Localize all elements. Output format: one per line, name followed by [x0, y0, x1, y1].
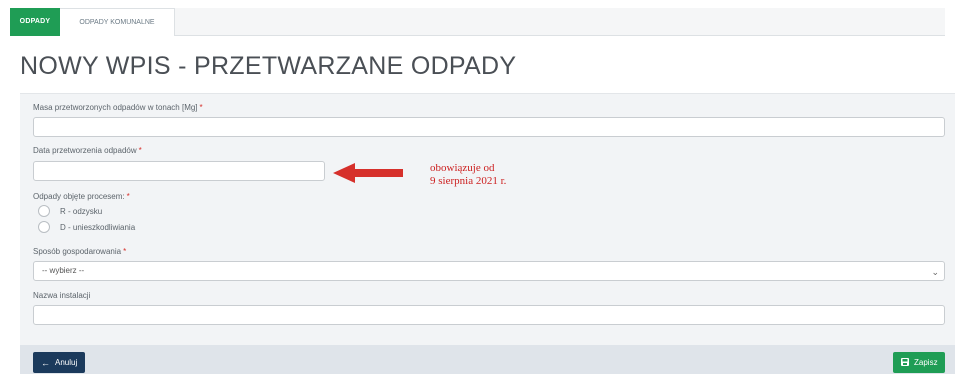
installation-label: Nazwa instalacji: [33, 291, 91, 300]
date-input[interactable]: [33, 161, 325, 181]
radio-circle-icon[interactable]: [38, 221, 50, 233]
radio-label-d: D - unieszkodliwiania: [60, 222, 136, 232]
radio-option-d[interactable]: D - unieszkodliwiania: [38, 221, 135, 233]
arrow-left-icon: ←: [41, 357, 50, 368]
save-button-label: Zapisz: [914, 358, 938, 367]
save-button[interactable]: Zapisz: [893, 352, 945, 373]
tab-odpady-komunalne[interactable]: ODPADY KOMUNALNE: [60, 8, 175, 36]
required-marker: *: [138, 146, 142, 155]
required-marker: *: [199, 103, 203, 112]
management-label: Sposób gospodarowania *: [33, 247, 126, 256]
date-label-text: Data przetworzenia odpadów: [33, 146, 137, 155]
installation-input[interactable]: [33, 305, 945, 325]
form-footer: [20, 345, 955, 374]
annotation-line-2: 9 sierpnia 2021 r.: [430, 175, 507, 187]
management-select-value: -- wybierz --: [42, 266, 85, 275]
required-marker: *: [123, 247, 127, 256]
floppy-disk-icon: [901, 357, 909, 368]
radio-circle-icon[interactable]: [38, 205, 50, 217]
management-select[interactable]: -- wybierz -- ⌄: [33, 261, 945, 281]
radio-label-r: R - odzysku: [60, 206, 103, 216]
mass-input[interactable]: [33, 117, 945, 137]
tab-odpady[interactable]: ODPADY: [10, 8, 60, 36]
cancel-button[interactable]: ← Anuluj: [33, 352, 85, 373]
management-label-text: Sposób gospodarowania: [33, 247, 122, 256]
radio-option-r[interactable]: R - odzysku: [38, 205, 102, 217]
process-label: Odpady objęte procesem: *: [33, 192, 130, 201]
chevron-down-icon: ⌄: [931, 267, 939, 277]
tab-bar: ODPADY ODPADY KOMUNALNE: [10, 8, 945, 36]
page-title: NOWY WPIS - PRZETWARZANE ODPADY: [20, 52, 517, 80]
mass-label-text: Masa przetworzonych odpadów w tonach [Mg…: [33, 103, 198, 112]
red-arrow-icon: [333, 163, 403, 183]
date-label: Data przetworzenia odpadów *: [33, 146, 142, 155]
cancel-button-label: Anuluj: [55, 358, 78, 367]
mass-label: Masa przetworzonych odpadów w tonach [Mg…: [33, 103, 203, 112]
required-marker: *: [126, 192, 130, 201]
annotation-line-1: obowiązuje od: [430, 162, 495, 174]
annotation-text: obowiązuje od 9 sierpnia 2021 r.: [430, 162, 506, 188]
process-label-text: Odpady objęte procesem:: [33, 192, 125, 201]
